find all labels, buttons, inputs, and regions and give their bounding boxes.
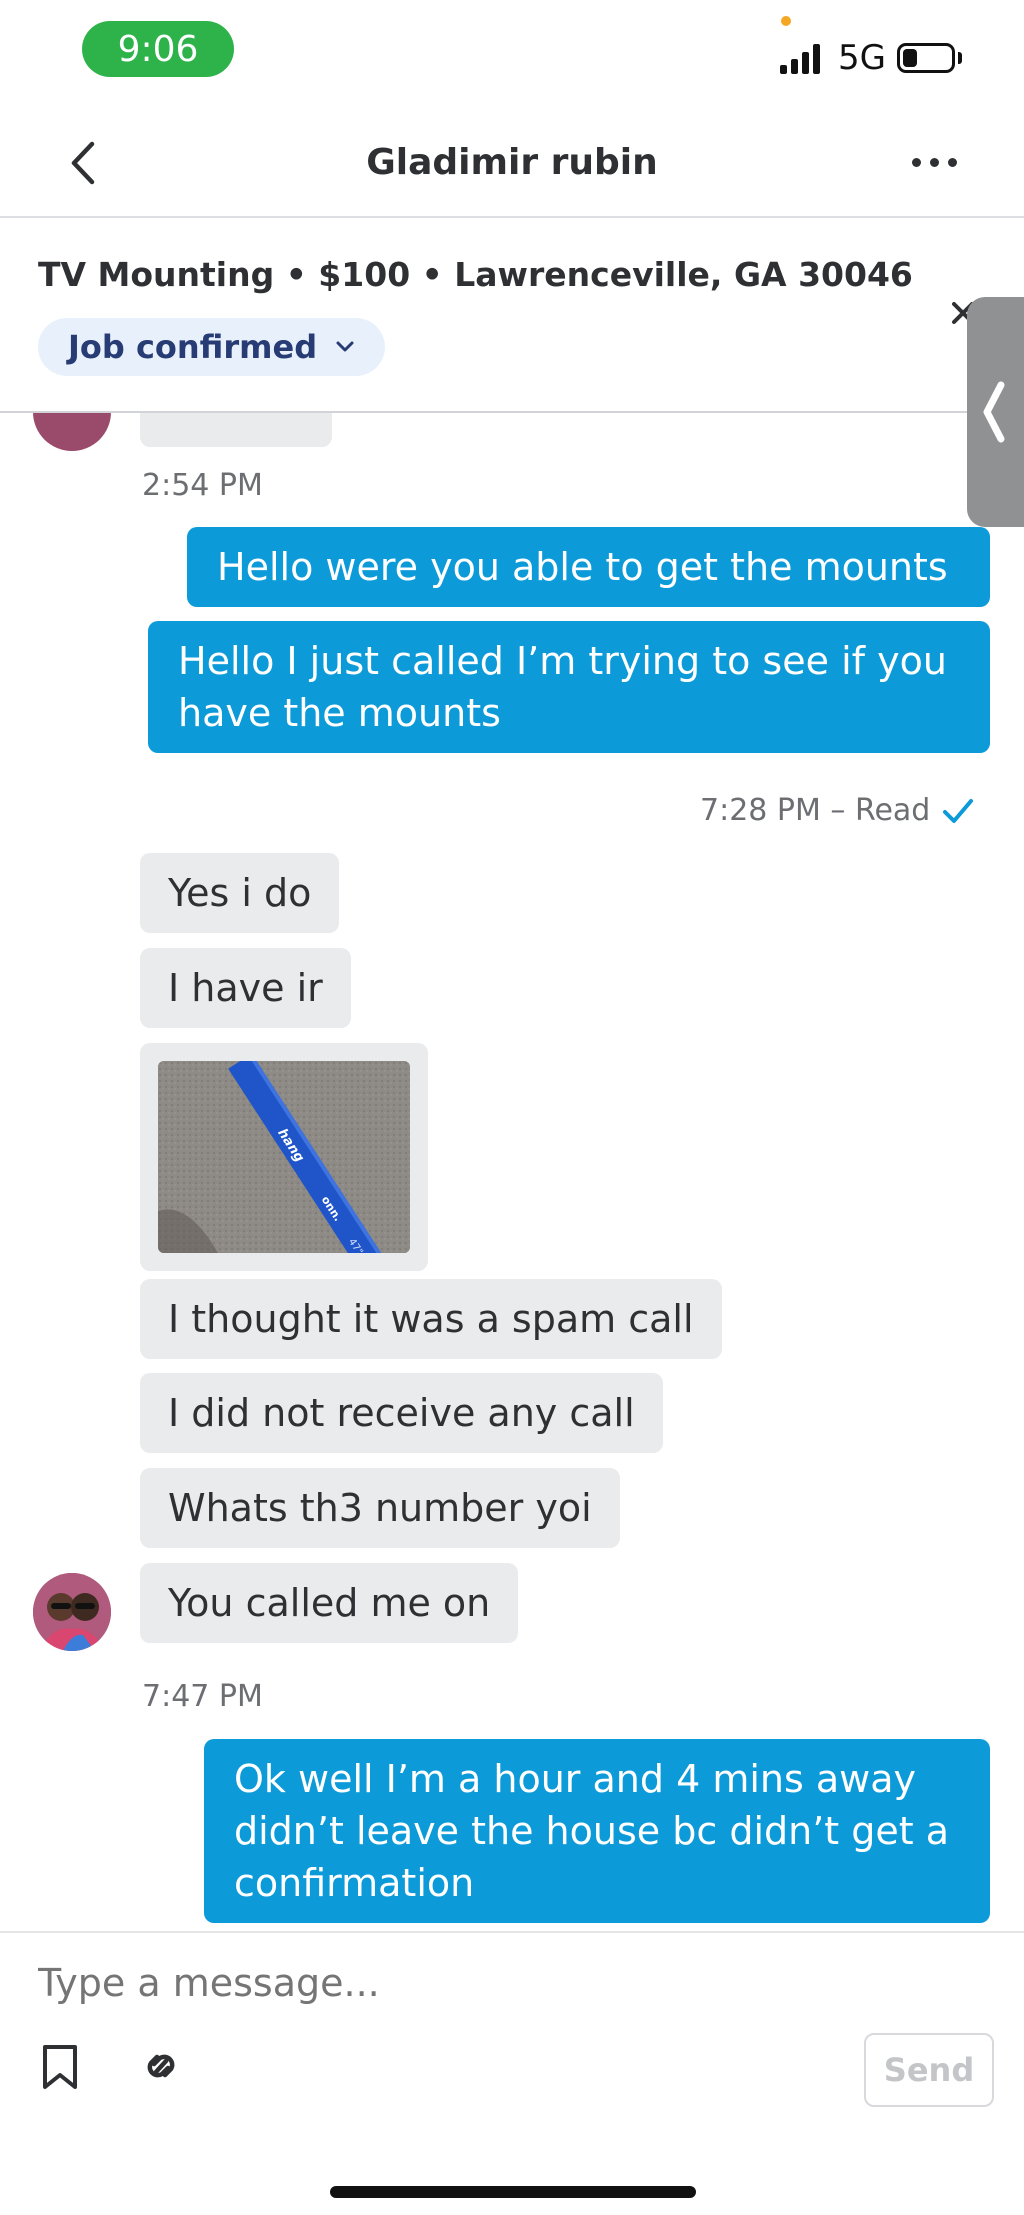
- avatar-photo: [33, 1573, 111, 1651]
- photo-attachment[interactable]: hang onn. 47"- 80": [158, 1061, 410, 1253]
- status-time: 9:06: [82, 21, 234, 77]
- job-summary: TV Mounting • $100 • Lawrenceville, GA 3…: [38, 255, 913, 294]
- more-options-button[interactable]: [912, 158, 957, 167]
- incoming-photo-message[interactable]: hang onn. 47"- 80": [140, 1043, 428, 1271]
- incoming-message[interactable]: Yes i do: [140, 853, 340, 933]
- checkmark-icon: [943, 798, 974, 823]
- message-composer: Send: [0, 1931, 1024, 2215]
- job-status-dropdown[interactable]: Job confirmed: [38, 318, 386, 376]
- signal-icon: [780, 44, 820, 74]
- job-status-label: Job confirmed: [68, 328, 318, 366]
- incoming-message[interactable]: I did not receive any call: [140, 1373, 663, 1453]
- avatar: [33, 413, 111, 451]
- incoming-message[interactable]: Whats th3 number yoi: [140, 1468, 620, 1548]
- incoming-message[interactable]: I have ir: [140, 948, 351, 1028]
- home-indicator: [330, 2186, 696, 2198]
- read-receipt: 7:28 PM – Read: [700, 793, 974, 828]
- incoming-message[interactable]: I thought it was a spam call: [140, 1279, 722, 1359]
- timestamp: 7:47 PM: [142, 1679, 263, 1714]
- message-input[interactable]: [38, 1961, 798, 2005]
- send-button[interactable]: Send: [864, 2033, 994, 2107]
- photo-tv-mount-box: hang onn. 47"- 80": [158, 1061, 410, 1253]
- status-bar: 9:06 5G: [0, 0, 1024, 100]
- incoming-message[interactable]: You called me on: [140, 1563, 519, 1643]
- timestamp: 7:28 PM – Read: [700, 793, 931, 828]
- contact-name[interactable]: Gladimir rubin: [0, 142, 1024, 183]
- outgoing-message[interactable]: Hello were you able to get the mounts: [187, 527, 990, 607]
- message-list[interactable]: 2:54 PM Hello were you able to get the m…: [0, 413, 1024, 1931]
- outgoing-message[interactable]: Hello I just called I’m trying to see if…: [148, 621, 990, 753]
- bookmark-icon[interactable]: [40, 2043, 80, 2091]
- chevron-down-icon: [336, 341, 354, 352]
- more-horizontal-icon: [912, 158, 921, 167]
- privacy-indicator-dot: [781, 16, 791, 26]
- conversation-header: Gladimir rubin: [0, 100, 1024, 218]
- timestamp: 2:54 PM: [142, 468, 263, 503]
- battery-icon: [897, 43, 955, 73]
- network-label: 5G: [838, 38, 886, 78]
- message-bubble-partial: [140, 413, 332, 447]
- job-info-panel: TV Mounting • $100 • Lawrenceville, GA 3…: [0, 220, 1024, 413]
- battery-tip: [958, 52, 962, 64]
- paperclip-icon[interactable]: [138, 2041, 184, 2091]
- avatar[interactable]: [33, 1573, 111, 1651]
- outgoing-message[interactable]: Ok well I’m a hour and 4 mins away didn’…: [204, 1739, 990, 1923]
